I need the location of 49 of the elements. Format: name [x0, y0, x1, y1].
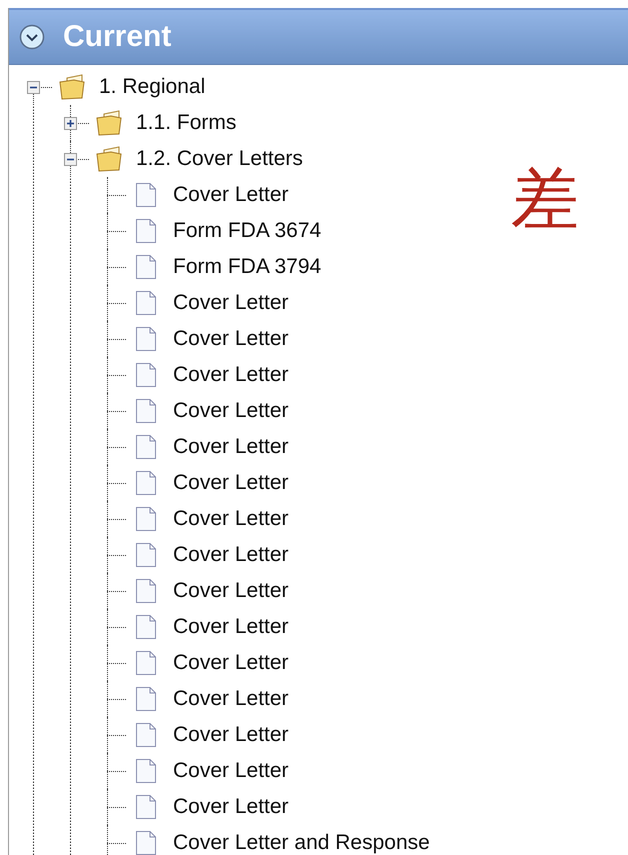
- document-icon: [135, 326, 157, 352]
- tree-item[interactable]: Cover Letter: [173, 579, 289, 603]
- expand-toggle[interactable]: [64, 116, 77, 130]
- folder-icon: [58, 74, 86, 100]
- tree-item[interactable]: Cover Letter: [173, 543, 289, 567]
- tree-item[interactable]: Cover Letter: [173, 435, 289, 459]
- document-icon: [135, 506, 157, 532]
- tree-item[interactable]: Form FDA 3794: [173, 255, 322, 279]
- document-icon: [135, 218, 157, 244]
- tree-item[interactable]: Cover Letter: [173, 291, 289, 315]
- tree-item[interactable]: Cover Letter: [173, 399, 289, 423]
- tree-item[interactable]: Cover Letter: [173, 723, 289, 747]
- document-icon: [135, 254, 157, 280]
- collapse-toggle[interactable]: [64, 152, 77, 166]
- tree-item[interactable]: Form FDA 3674: [173, 219, 322, 243]
- document-icon: [135, 758, 157, 784]
- document-icon: [135, 182, 157, 208]
- tree-item[interactable]: 1. Regional: [99, 75, 206, 99]
- document-icon: [135, 614, 157, 640]
- tree-item[interactable]: Cover Letter: [173, 507, 289, 531]
- tree-item[interactable]: Cover Letter: [173, 651, 289, 675]
- tree-item[interactable]: Cover Letter: [173, 363, 289, 387]
- folder-icon: [95, 146, 123, 172]
- document-icon: [135, 794, 157, 820]
- tree-item[interactable]: Cover Letter: [173, 687, 289, 711]
- document-icon: [135, 722, 157, 748]
- document-icon: [135, 362, 157, 388]
- document-icon: [135, 398, 157, 424]
- tree-item[interactable]: Cover Letter and Response: [173, 831, 430, 855]
- tree-item[interactable]: 1.1. Forms: [136, 111, 236, 135]
- annotation: 差: [511, 159, 579, 241]
- tree-item[interactable]: Cover Letter: [173, 795, 289, 819]
- document-icon: [135, 470, 157, 496]
- document-icon: [135, 578, 157, 604]
- tree-item[interactable]: Cover Letter: [173, 615, 289, 639]
- document-icon: [135, 650, 157, 676]
- tree-item[interactable]: Cover Letter: [173, 471, 289, 495]
- tree-item[interactable]: Cover Letter: [173, 183, 289, 207]
- document-icon: [135, 290, 157, 316]
- collapse-toggle[interactable]: [27, 80, 40, 94]
- panel-title: Current: [63, 20, 172, 54]
- document-icon: [135, 434, 157, 460]
- document-icon: [135, 542, 157, 568]
- collapse-icon[interactable]: [19, 24, 45, 50]
- document-icon: [135, 686, 157, 712]
- folder-icon: [95, 110, 123, 136]
- tree-item[interactable]: Cover Letter: [173, 327, 289, 351]
- tree-item[interactable]: Cover Letter: [173, 759, 289, 783]
- tree-item[interactable]: 1.2. Cover Letters: [136, 147, 303, 171]
